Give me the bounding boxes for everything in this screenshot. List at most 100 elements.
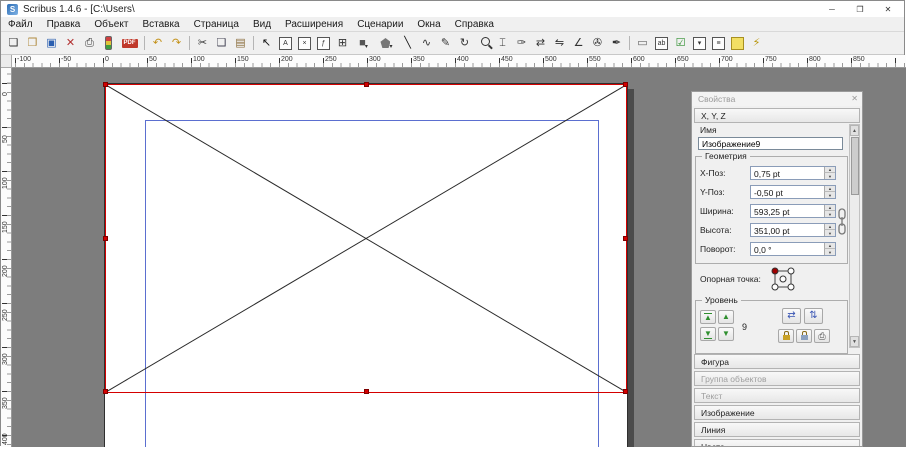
insert-freehand-button[interactable]: ✎	[436, 33, 455, 53]
tab-xyz[interactable]: X, Y, Z	[694, 108, 860, 123]
measurements-button[interactable]: ∠	[569, 33, 588, 53]
pdf-push-button-button[interactable]: ▭	[633, 33, 652, 53]
paste-button[interactable]: ▤	[231, 33, 250, 53]
width-spin-down-icon[interactable]: ▼	[824, 211, 835, 217]
ypos-spin-down-icon[interactable]: ▼	[824, 192, 835, 198]
print-document-button[interactable]: ⎙	[80, 33, 99, 53]
insert-line-button[interactable]: ╲	[398, 33, 417, 53]
close-document-button[interactable]: ✕	[61, 33, 80, 53]
ruler-label: 350	[413, 56, 425, 63]
flip-horizontal-button[interactable]: ⇄	[782, 308, 801, 324]
ypos-spinbox[interactable]: -0,50 pt ▲ ▼	[750, 185, 836, 199]
horizontal-ruler[interactable]: -100 -50 0 50 100 150 200 250 300 350 40…	[12, 55, 906, 68]
menu-help[interactable]: Справка	[448, 17, 501, 31]
palette-close-icon[interactable]: ✕	[851, 94, 858, 103]
image-frame[interactable]	[105, 84, 627, 393]
resize-handle-bottom-center[interactable]	[364, 389, 369, 394]
resize-handle-top-right[interactable]	[623, 82, 628, 87]
insert-text-frame-button[interactable]: A	[276, 33, 295, 53]
unlink-text-frames-button[interactable]: ⇋	[550, 33, 569, 53]
resize-handle-top-left[interactable]	[103, 82, 108, 87]
raise-to-top-button[interactable]: ▲	[700, 310, 716, 324]
chain-link-icon[interactable]	[837, 208, 847, 236]
link-annotation-button[interactable]: ⚡	[747, 33, 766, 53]
insert-bezier-button[interactable]: ∿	[417, 33, 436, 53]
insert-render-frame-button[interactable]: ƒ	[314, 33, 333, 53]
basepoint-selector[interactable]	[768, 264, 798, 294]
link-text-frames-button[interactable]: ⇄	[531, 33, 550, 53]
ruler-origin-button[interactable]	[1, 55, 12, 68]
lock-object-button[interactable]	[778, 329, 794, 343]
resize-handle-middle-right[interactable]	[623, 236, 628, 241]
save-document-button[interactable]: ▣	[42, 33, 61, 53]
export-pdf-button[interactable]: PDF	[118, 33, 141, 53]
resize-handle-middle-left[interactable]	[103, 236, 108, 241]
width-value: 593,25 pt	[754, 207, 789, 217]
menu-windows[interactable]: Окна	[410, 17, 447, 31]
menu-insert[interactable]: Вставка	[135, 17, 186, 31]
scroll-down-icon[interactable]: ▼	[850, 336, 859, 347]
rotation-spinbox[interactable]: 0,0 ° ▲ ▼	[750, 242, 836, 256]
menu-extras[interactable]: Расширения	[278, 17, 350, 31]
tab-line[interactable]: Линия	[694, 422, 860, 437]
insert-table-button[interactable]: ⊞	[333, 33, 352, 53]
menu-view[interactable]: Вид	[246, 17, 278, 31]
cut-button[interactable]: ✂	[193, 33, 212, 53]
scroll-up-icon[interactable]: ▲	[850, 125, 859, 136]
copy-button[interactable]: ❑	[212, 33, 231, 53]
undo-button[interactable]: ↶	[148, 33, 167, 53]
open-document-button[interactable]: ❒	[23, 33, 42, 53]
insert-image-frame-button[interactable]: ×	[295, 33, 314, 53]
resize-handle-bottom-left[interactable]	[103, 389, 108, 394]
tab-image[interactable]: Изображение	[694, 405, 860, 420]
lower-to-bottom-button[interactable]: ▼	[700, 327, 716, 341]
height-spin-down-icon[interactable]: ▼	[824, 230, 835, 236]
xpos-spin-down-icon[interactable]: ▼	[824, 173, 835, 179]
lock-size-button[interactable]	[796, 329, 812, 343]
pdf-combo-box-button[interactable]: ▾	[690, 33, 709, 53]
lower-button[interactable]: ▼	[718, 327, 734, 341]
document-canvas[interactable]: Свойства ✕ X, Y, Z Имя Геометрия X-Поз: …	[12, 68, 906, 447]
page[interactable]	[104, 83, 628, 447]
edit-contents-button[interactable]: ⌶	[493, 33, 512, 53]
object-name-input[interactable]	[698, 137, 843, 150]
menu-edit[interactable]: Правка	[40, 17, 88, 31]
resize-handle-top-center[interactable]	[364, 82, 369, 87]
preflight-verifier-button[interactable]	[99, 33, 118, 53]
redo-button[interactable]: ↷	[167, 33, 186, 53]
flip-vertical-button[interactable]: ⇅	[804, 308, 823, 324]
close-button[interactable]: ✕	[874, 1, 902, 17]
rotation-spin-down-icon[interactable]: ▼	[824, 249, 835, 255]
menu-scripts[interactable]: Сценарии	[350, 17, 410, 31]
insert-shape-button[interactable]: ■▾	[352, 33, 375, 53]
zoom-button[interactable]	[474, 33, 493, 53]
menu-file[interactable]: Файл	[1, 17, 40, 31]
palette-titlebar[interactable]: Свойства ✕	[692, 92, 862, 106]
pdf-list-box-button[interactable]: ≡	[709, 33, 728, 53]
tab-shape[interactable]: Фигура	[694, 354, 860, 369]
xpos-spinbox[interactable]: 0,75 pt ▲ ▼	[750, 166, 836, 180]
pdf-text-field-button[interactable]: ab	[652, 33, 671, 53]
menu-item-object[interactable]: Объект	[87, 17, 135, 31]
resize-handle-bottom-right[interactable]	[623, 389, 628, 394]
enable-printing-button[interactable]: ⎙	[814, 329, 830, 343]
menu-page[interactable]: Страница	[187, 17, 246, 31]
palette-scrollbar[interactable]: ▲ ▼	[849, 124, 860, 348]
text-annotation-button[interactable]	[728, 33, 747, 53]
scrollbar-thumb[interactable]	[851, 137, 859, 195]
restore-button[interactable]: ❐	[846, 1, 874, 17]
width-spinbox[interactable]: 593,25 pt ▲ ▼	[750, 204, 836, 218]
tab-colors[interactable]: Цвета	[694, 439, 860, 447]
color-picker-button[interactable]: ✒	[607, 33, 626, 53]
insert-polygon-button[interactable]: ▾	[375, 33, 398, 53]
rotate-item-button[interactable]: ↻	[455, 33, 474, 53]
select-item-button[interactable]: ↖	[257, 33, 276, 53]
height-spinbox[interactable]: 351,00 pt ▲ ▼	[750, 223, 836, 237]
vertical-ruler[interactable]: 0 50 100 150 200 250 300 350 400	[1, 68, 12, 447]
story-editor-button[interactable]: ✑	[512, 33, 531, 53]
copy-item-properties-button[interactable]: ✇	[588, 33, 607, 53]
pdf-checkbox-button[interactable]: ☑	[671, 33, 690, 53]
raise-button[interactable]: ▲	[718, 310, 734, 324]
minimize-button[interactable]: ─	[818, 1, 846, 17]
new-document-button[interactable]: ❏	[4, 33, 23, 53]
